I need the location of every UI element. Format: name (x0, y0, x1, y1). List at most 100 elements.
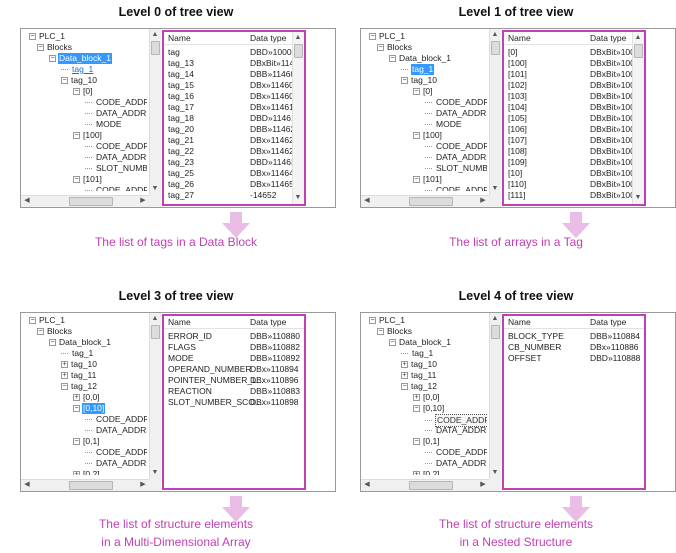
minus-icon[interactable]: − (49, 55, 56, 63)
tree-node[interactable]: − PLC_1 (369, 315, 406, 326)
element-list[interactable]: Name Data type ERROR_ID DBB»110880 FLAGS DBB»… (162, 314, 306, 490)
tree-node[interactable]: + tag_10 (401, 359, 438, 370)
tree-horizontal-scrollbar[interactable]: ◀ ▶ (21, 479, 149, 491)
tree-horizontal-scrollbar[interactable]: ◀ ▶ (21, 195, 149, 207)
scroll-thumb[interactable] (409, 197, 453, 206)
tree-node[interactable]: CODE_ADDRE (425, 185, 487, 191)
list-row[interactable]: MODE DBB»110892 (164, 353, 304, 364)
scroll-right-icon[interactable]: ▶ (478, 196, 488, 206)
list-row[interactable]: tag_14 DBB»114605 (164, 69, 304, 80)
tree-node[interactable]: − Blocks (377, 326, 413, 337)
scroll-down-icon[interactable]: ▼ (150, 184, 160, 194)
tree-node[interactable]: − PLC_1 (29, 315, 66, 326)
minus-icon[interactable]: − (377, 44, 384, 52)
element-list[interactable]: Name Data type BLOCK_TYPE DBB»110884 CB_NUMB… (502, 314, 646, 490)
element-list[interactable]: Name Data type [0] DBxBit»100040 [100] DBxBit… (502, 30, 646, 206)
scroll-up-icon[interactable]: ▲ (490, 314, 500, 324)
column-header-name[interactable]: Name (168, 32, 191, 45)
scroll-thumb[interactable] (409, 481, 453, 490)
tree-node[interactable]: − PLC_1 (369, 31, 406, 42)
tree-node[interactable]: CODE_ADDRE (85, 185, 147, 191)
tree-node[interactable]: DATA_ADDRE (425, 152, 487, 163)
list-row[interactable]: tag_25 DBx»114646 (164, 168, 304, 179)
minus-icon[interactable]: − (389, 339, 396, 347)
minus-icon[interactable]: − (73, 176, 80, 184)
scroll-thumb[interactable] (634, 44, 643, 58)
tree-pane[interactable]: − PLC_1− Blocks − Data_block_1 tag_1 + tag_10 + t… (361, 313, 501, 491)
scroll-thumb[interactable] (151, 325, 160, 339)
list-row[interactable]: tag_17 DBx»114610 (164, 102, 304, 113)
tree-node[interactable]: MODE (425, 119, 463, 130)
column-header-name[interactable]: Name (508, 316, 531, 329)
scroll-up-icon[interactable]: ▲ (633, 33, 643, 43)
list-row[interactable]: OFFSET DBD»110888 (504, 353, 644, 364)
list-row[interactable]: [106] DBxBit»100172 (504, 124, 644, 135)
plus-icon[interactable]: + (73, 394, 80, 402)
list-row[interactable]: [105] DBxBit»100171 (504, 113, 644, 124)
list-row[interactable]: FLAGS DBB»110882 (164, 342, 304, 353)
tree-node[interactable]: DATA_ADDRE (85, 108, 147, 119)
tree-node[interactable]: + [0,0] (413, 392, 441, 403)
minus-icon[interactable]: − (369, 33, 376, 41)
scroll-right-icon[interactable]: ▶ (138, 196, 148, 206)
tree-node[interactable]: − [0,10] (413, 403, 445, 414)
list-row[interactable]: [103] DBxBit»100167 (504, 91, 644, 102)
minus-icon[interactable]: − (413, 88, 420, 96)
list-row[interactable]: [110] DBxBit»100176 (504, 179, 644, 190)
list-row[interactable]: [109] DBxBit»100175 (504, 157, 644, 168)
minus-icon[interactable]: − (389, 55, 396, 63)
plus-icon[interactable]: + (401, 372, 408, 380)
tree-node[interactable]: tag_1 (61, 348, 94, 359)
minus-icon[interactable]: − (413, 405, 420, 413)
list-row[interactable]: [100] DBxBit»100164 (504, 58, 644, 69)
list-row[interactable]: [107] DBxBit»100173 (504, 135, 644, 146)
tree-node[interactable]: CODE_ADDRE (85, 447, 147, 458)
minus-icon[interactable]: − (29, 317, 36, 325)
tree-node[interactable]: tag_1 (401, 64, 435, 75)
plus-icon[interactable]: + (61, 361, 68, 369)
tree-pane[interactable]: − PLC_1− Blocks − Data_block_1 tag_1 + tag_10 + t… (21, 313, 161, 491)
list-row[interactable]: [111] DBxBit»100177 (504, 190, 644, 201)
tree-node[interactable]: tag_1 (401, 348, 434, 359)
list-vertical-scrollbar[interactable]: ▲ ▼ (632, 32, 644, 204)
list-row[interactable]: OPERAND_NUMBER DBx»110894 (164, 364, 304, 375)
tree-vertical-scrollbar[interactable]: ▲ ▼ (149, 29, 161, 195)
list-row[interactable]: tag DBD»10000 (164, 47, 304, 58)
minus-icon[interactable]: − (413, 176, 420, 184)
scroll-left-icon[interactable]: ◀ (22, 196, 32, 206)
minus-icon[interactable]: − (61, 77, 68, 85)
tree-node[interactable]: SLOT_NUMBE (85, 163, 147, 174)
list-row[interactable]: tag_27 -14652 (164, 190, 304, 201)
minus-icon[interactable]: − (37, 328, 44, 336)
minus-icon[interactable]: − (73, 88, 80, 96)
scroll-up-icon[interactable]: ▲ (293, 33, 303, 43)
minus-icon[interactable]: − (73, 405, 80, 413)
scroll-left-icon[interactable]: ◀ (362, 196, 372, 206)
column-header-data-type[interactable]: Data type (250, 316, 286, 329)
tree-node[interactable]: − [100] (413, 130, 443, 141)
list-row[interactable]: POINTER_NUMBER_L... DBx»110896 (164, 375, 304, 386)
minus-icon[interactable]: − (413, 132, 420, 140)
tree-node[interactable]: MODE (85, 119, 123, 130)
column-header-data-type[interactable]: Data type (590, 32, 626, 45)
tree-node[interactable]: − [0,1] (73, 436, 101, 447)
scroll-left-icon[interactable]: ◀ (22, 480, 32, 490)
tree-node[interactable]: − Blocks (37, 42, 73, 53)
tree-horizontal-scrollbar[interactable]: ◀ ▶ (361, 479, 489, 491)
tree-node[interactable]: − Data_block_1 (49, 53, 112, 64)
list-row[interactable]: [108] DBxBit»100174 (504, 146, 644, 157)
tree-node[interactable]: DATA_ADDRE (425, 108, 487, 119)
scroll-down-icon[interactable]: ▼ (293, 193, 303, 203)
tree-vertical-scrollbar[interactable]: ▲ ▼ (489, 313, 501, 479)
list-row[interactable]: tag_18 DBD»114612 (164, 113, 304, 124)
minus-icon[interactable]: − (37, 44, 44, 52)
tree-node[interactable]: CODE_ADDRE (85, 97, 147, 108)
tree-node[interactable]: − tag_10 (61, 75, 98, 86)
tree-node[interactable]: CODE_ADDRESS (425, 414, 487, 427)
scroll-down-icon[interactable]: ▼ (490, 468, 500, 478)
column-header-data-type[interactable]: Data type (590, 316, 626, 329)
tree-node[interactable]: − [0] (413, 86, 433, 97)
tree-node[interactable]: − Data_block_1 (389, 53, 452, 64)
tree-node[interactable]: DATA_ADDRE (85, 152, 147, 163)
plus-icon[interactable]: + (413, 471, 420, 475)
